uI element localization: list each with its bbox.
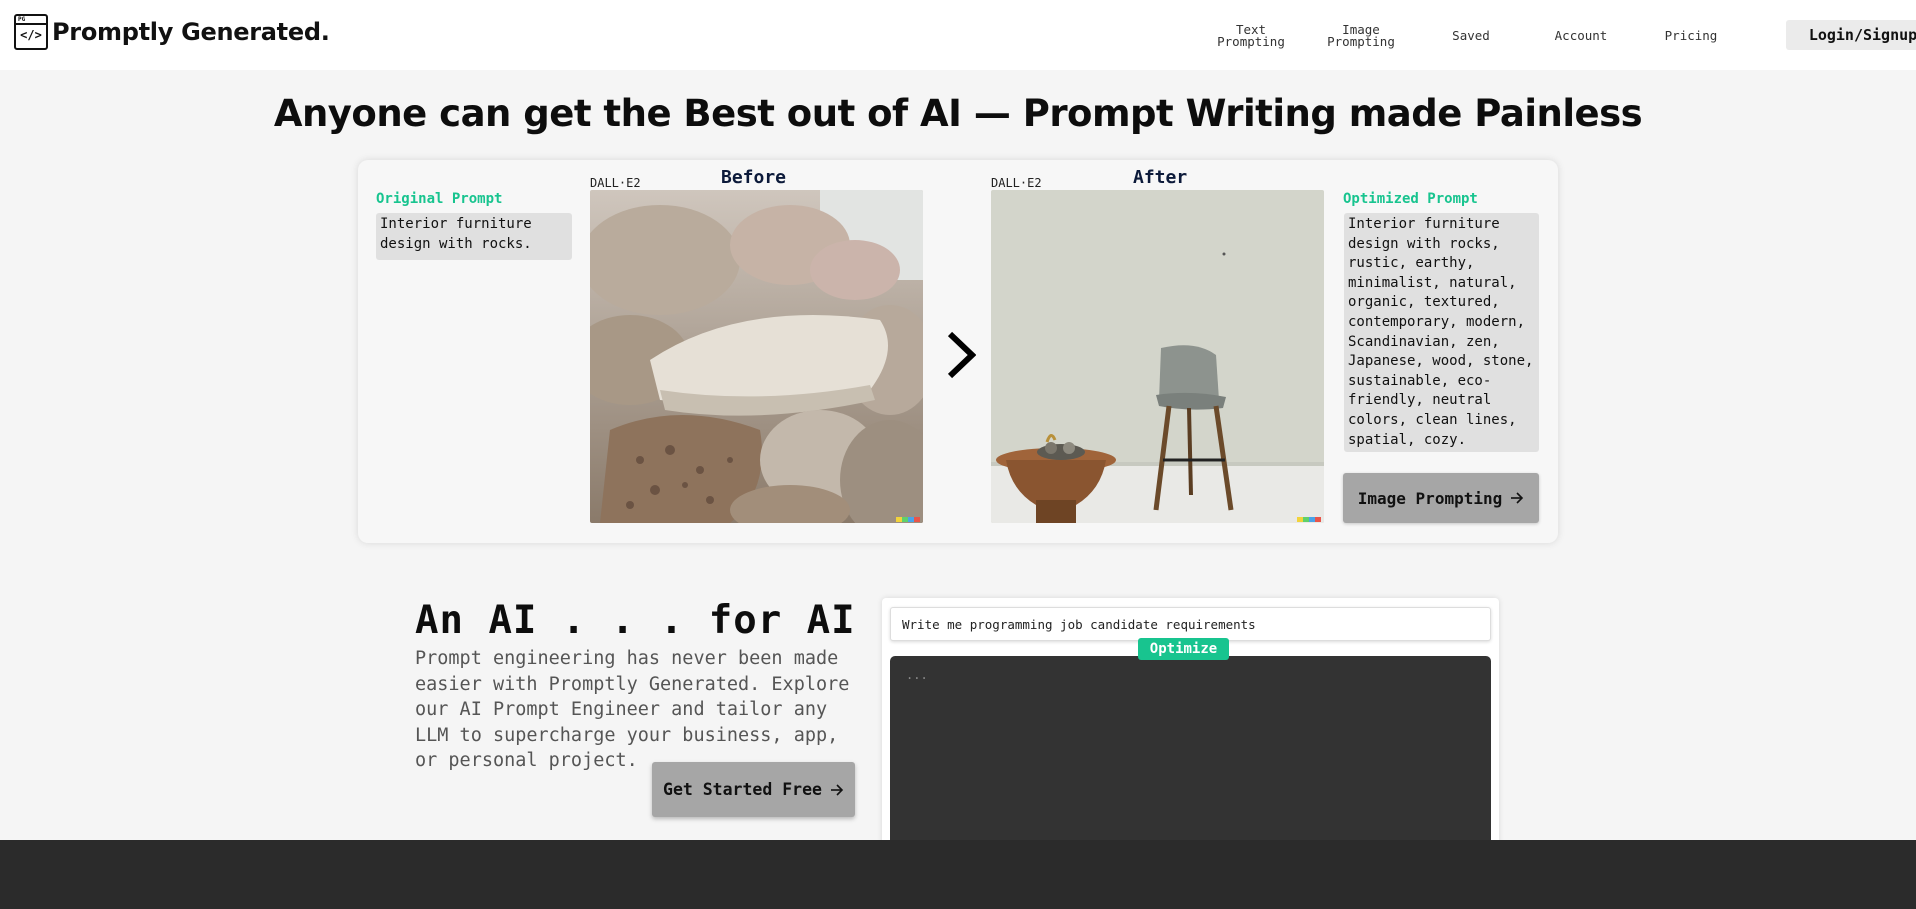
before-image-rocks — [590, 190, 923, 523]
image-prompting-button-label: Image Prompting — [1357, 488, 1503, 508]
chevron-right-icon — [947, 331, 976, 379]
after-image-chair — [991, 190, 1324, 523]
optimized-prompt-text: Interior furniture design with rocks, ru… — [1344, 213, 1539, 452]
footer — [0, 840, 1916, 909]
nav-account[interactable]: Account — [1540, 28, 1622, 43]
nav-label: Pricing — [1664, 28, 1718, 43]
image-prompting-button[interactable]: Image Prompting — [1343, 473, 1539, 523]
logo-mark: PG </> — [14, 14, 48, 50]
top-nav-bar: PG </> Promptly Generated. Text Promptin… — [0, 0, 1916, 70]
nav-label-line2: Prompting — [1327, 34, 1395, 49]
nav-label: Account — [1554, 28, 1608, 43]
get-started-free-button[interactable]: Get Started Free — [652, 762, 855, 817]
promo-description: Prompt engineering has never been made e… — [415, 648, 850, 771]
nav-image-prompting[interactable]: Image Prompting — [1320, 23, 1402, 49]
hero-title: Anyone can get the Best out of AI — Prom… — [273, 92, 1643, 135]
get-started-label: Get Started Free — [663, 780, 822, 799]
after-title: After — [1133, 167, 1188, 188]
before-model-tag: DALL·E2 — [590, 176, 641, 190]
nav-label: Saved — [1452, 28, 1490, 43]
nav-pricing[interactable]: Pricing — [1650, 28, 1732, 43]
logo[interactable]: PG </> Promptly Generated. — [14, 14, 330, 50]
optimize-button[interactable]: Optimize — [1138, 638, 1229, 660]
nav-saved[interactable]: Saved — [1430, 28, 1512, 43]
nav-label-line2: Prompting — [1217, 34, 1285, 49]
logo-mark-label: PG — [16, 16, 46, 25]
optimized-prompt-label: Optimized Prompt — [1343, 191, 1478, 207]
original-prompt-label: Original Prompt — [376, 191, 503, 207]
promo-title: An AI . . . for AI — [415, 598, 856, 643]
arrow-right-icon — [830, 783, 844, 796]
logo-text: Promptly Generated. — [52, 18, 330, 46]
arrow-right-icon — [1511, 492, 1524, 504]
original-prompt-text: Interior furniture design with rocks. — [376, 213, 572, 260]
nav-text-prompting[interactable]: Text Prompting — [1210, 23, 1292, 49]
login-signup-button[interactable]: Login/Signup — [1786, 20, 1916, 50]
code-icon: </> — [20, 28, 42, 42]
before-title: Before — [721, 167, 787, 188]
optimizer-output: ... — [890, 656, 1491, 862]
after-model-tag: DALL·E2 — [991, 176, 1042, 190]
prompt-input[interactable] — [890, 607, 1491, 641]
